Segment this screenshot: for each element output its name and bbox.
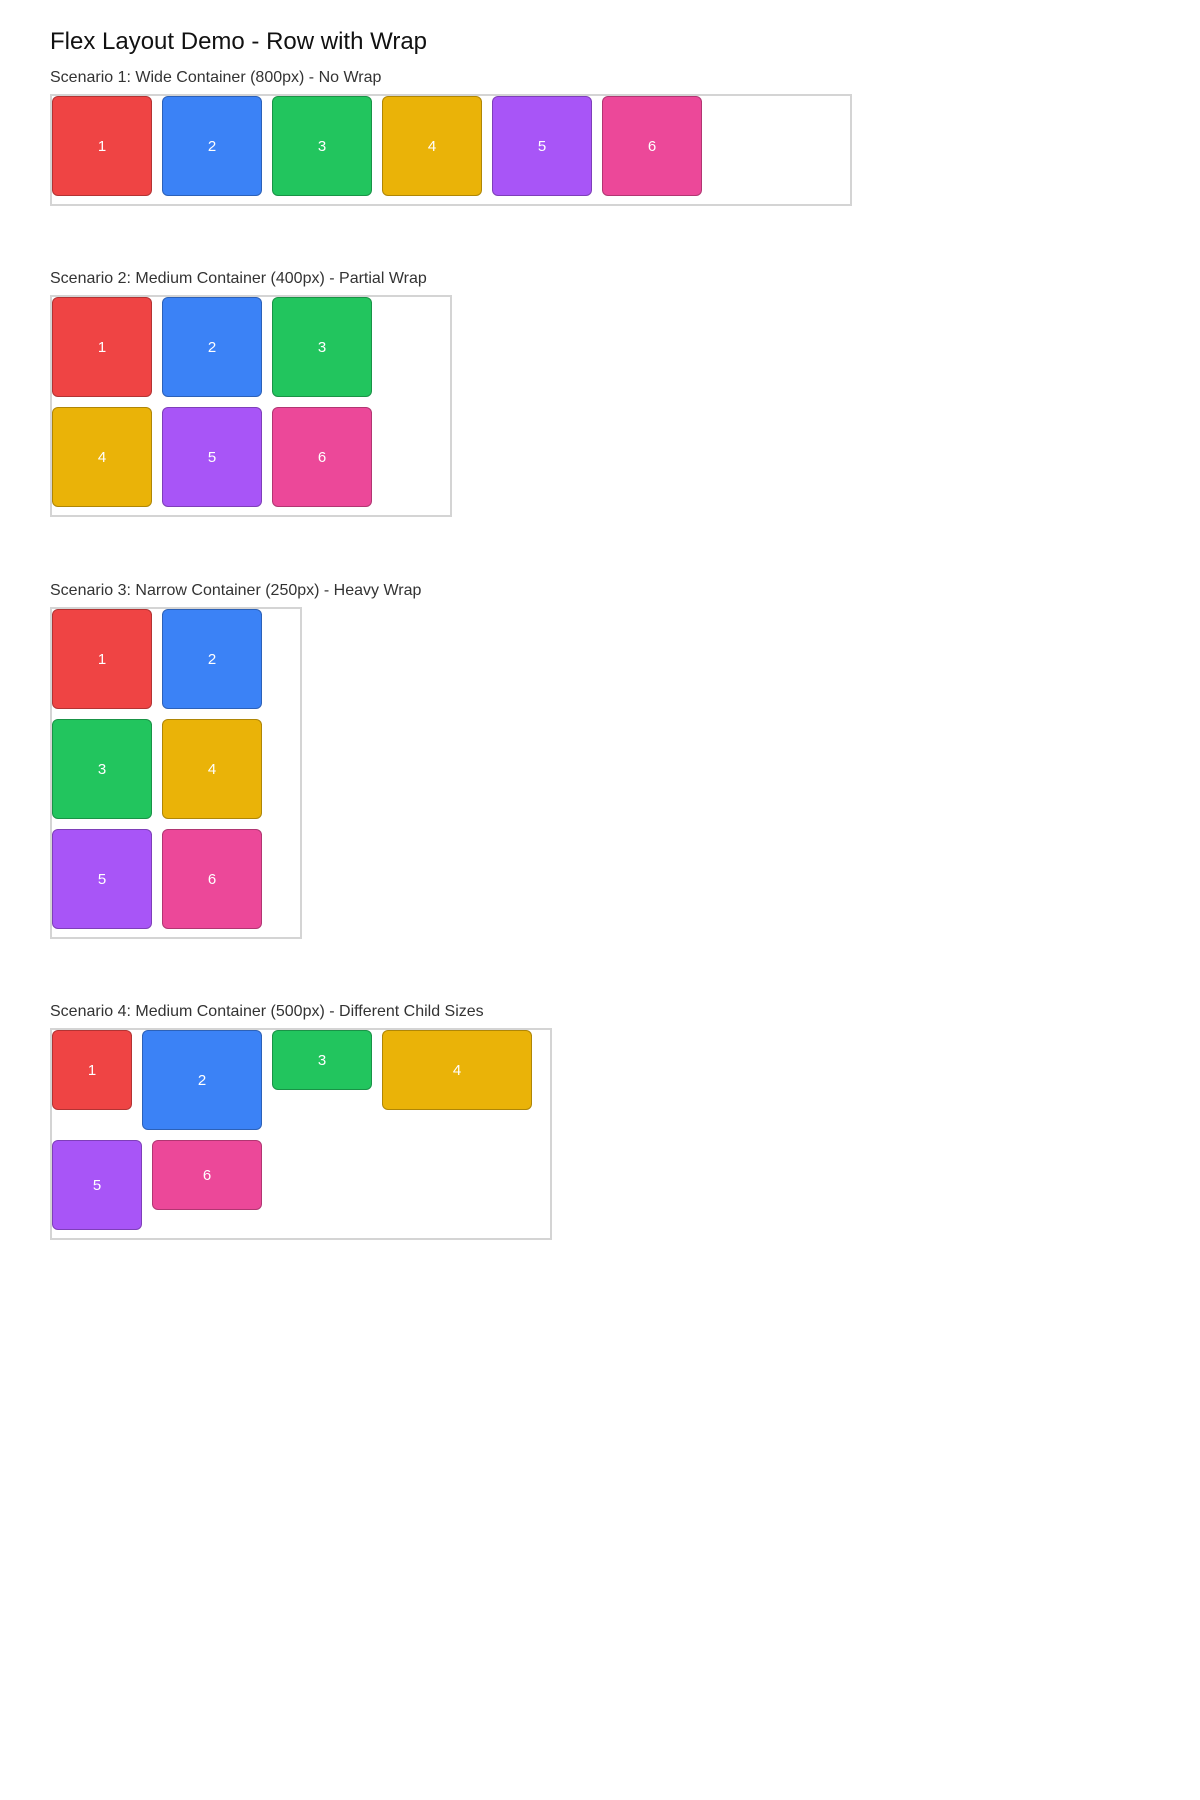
scenario-3: Scenario 3: Narrow Container (250px) - H… xyxy=(50,581,1200,939)
scenario-4: Scenario 4: Medium Container (500px) - D… xyxy=(50,1002,1200,1240)
flex-item-5: 5 xyxy=(492,96,592,196)
flex-item-2: 2 xyxy=(162,609,262,709)
scenario-4-container: 1 2 3 4 5 6 xyxy=(50,1028,552,1240)
scenario-1: Scenario 1: Wide Container (800px) - No … xyxy=(50,68,1200,206)
page: Flex Layout Demo - Row with Wrap Scenari… xyxy=(0,0,1200,1240)
flex-item-1: 1 xyxy=(52,96,152,196)
flex-item-5: 5 xyxy=(52,1140,142,1230)
flex-item-5: 5 xyxy=(52,829,152,929)
flex-item-6: 6 xyxy=(162,829,262,929)
scenario-1-label: Scenario 1: Wide Container (800px) - No … xyxy=(50,69,382,86)
scenario-3-label: Scenario 3: Narrow Container (250px) - H… xyxy=(50,582,422,599)
flex-item-3: 3 xyxy=(272,1030,372,1090)
flex-item-4: 4 xyxy=(382,96,482,196)
flex-item-4: 4 xyxy=(162,719,262,819)
scenario-1-container: 1 2 3 4 5 6 xyxy=(50,94,852,206)
flex-item-2: 2 xyxy=(162,297,262,397)
page-title: Flex Layout Demo - Row with Wrap xyxy=(50,28,428,55)
scenario-2-label: Scenario 2: Medium Container (400px) - P… xyxy=(50,270,427,287)
flex-item-3: 3 xyxy=(272,96,372,196)
flex-item-1: 1 xyxy=(52,609,152,709)
flex-item-2: 2 xyxy=(162,96,262,196)
flex-item-2: 2 xyxy=(142,1030,262,1130)
flex-item-5: 5 xyxy=(162,407,262,507)
flex-item-4: 4 xyxy=(382,1030,532,1110)
scenario-2: Scenario 2: Medium Container (400px) - P… xyxy=(50,269,1200,517)
flex-item-1: 1 xyxy=(52,297,152,397)
flex-item-6: 6 xyxy=(152,1140,262,1210)
flex-item-4: 4 xyxy=(52,407,152,507)
flex-item-3: 3 xyxy=(272,297,372,397)
scenario-2-container: 1 2 3 4 5 6 xyxy=(50,295,452,517)
flex-item-6: 6 xyxy=(602,96,702,196)
scenario-4-label: Scenario 4: Medium Container (500px) - D… xyxy=(50,1003,484,1020)
flex-item-6: 6 xyxy=(272,407,372,507)
flex-item-3: 3 xyxy=(52,719,152,819)
scenario-3-container: 1 2 3 4 5 6 xyxy=(50,607,302,939)
flex-item-1: 1 xyxy=(52,1030,132,1110)
